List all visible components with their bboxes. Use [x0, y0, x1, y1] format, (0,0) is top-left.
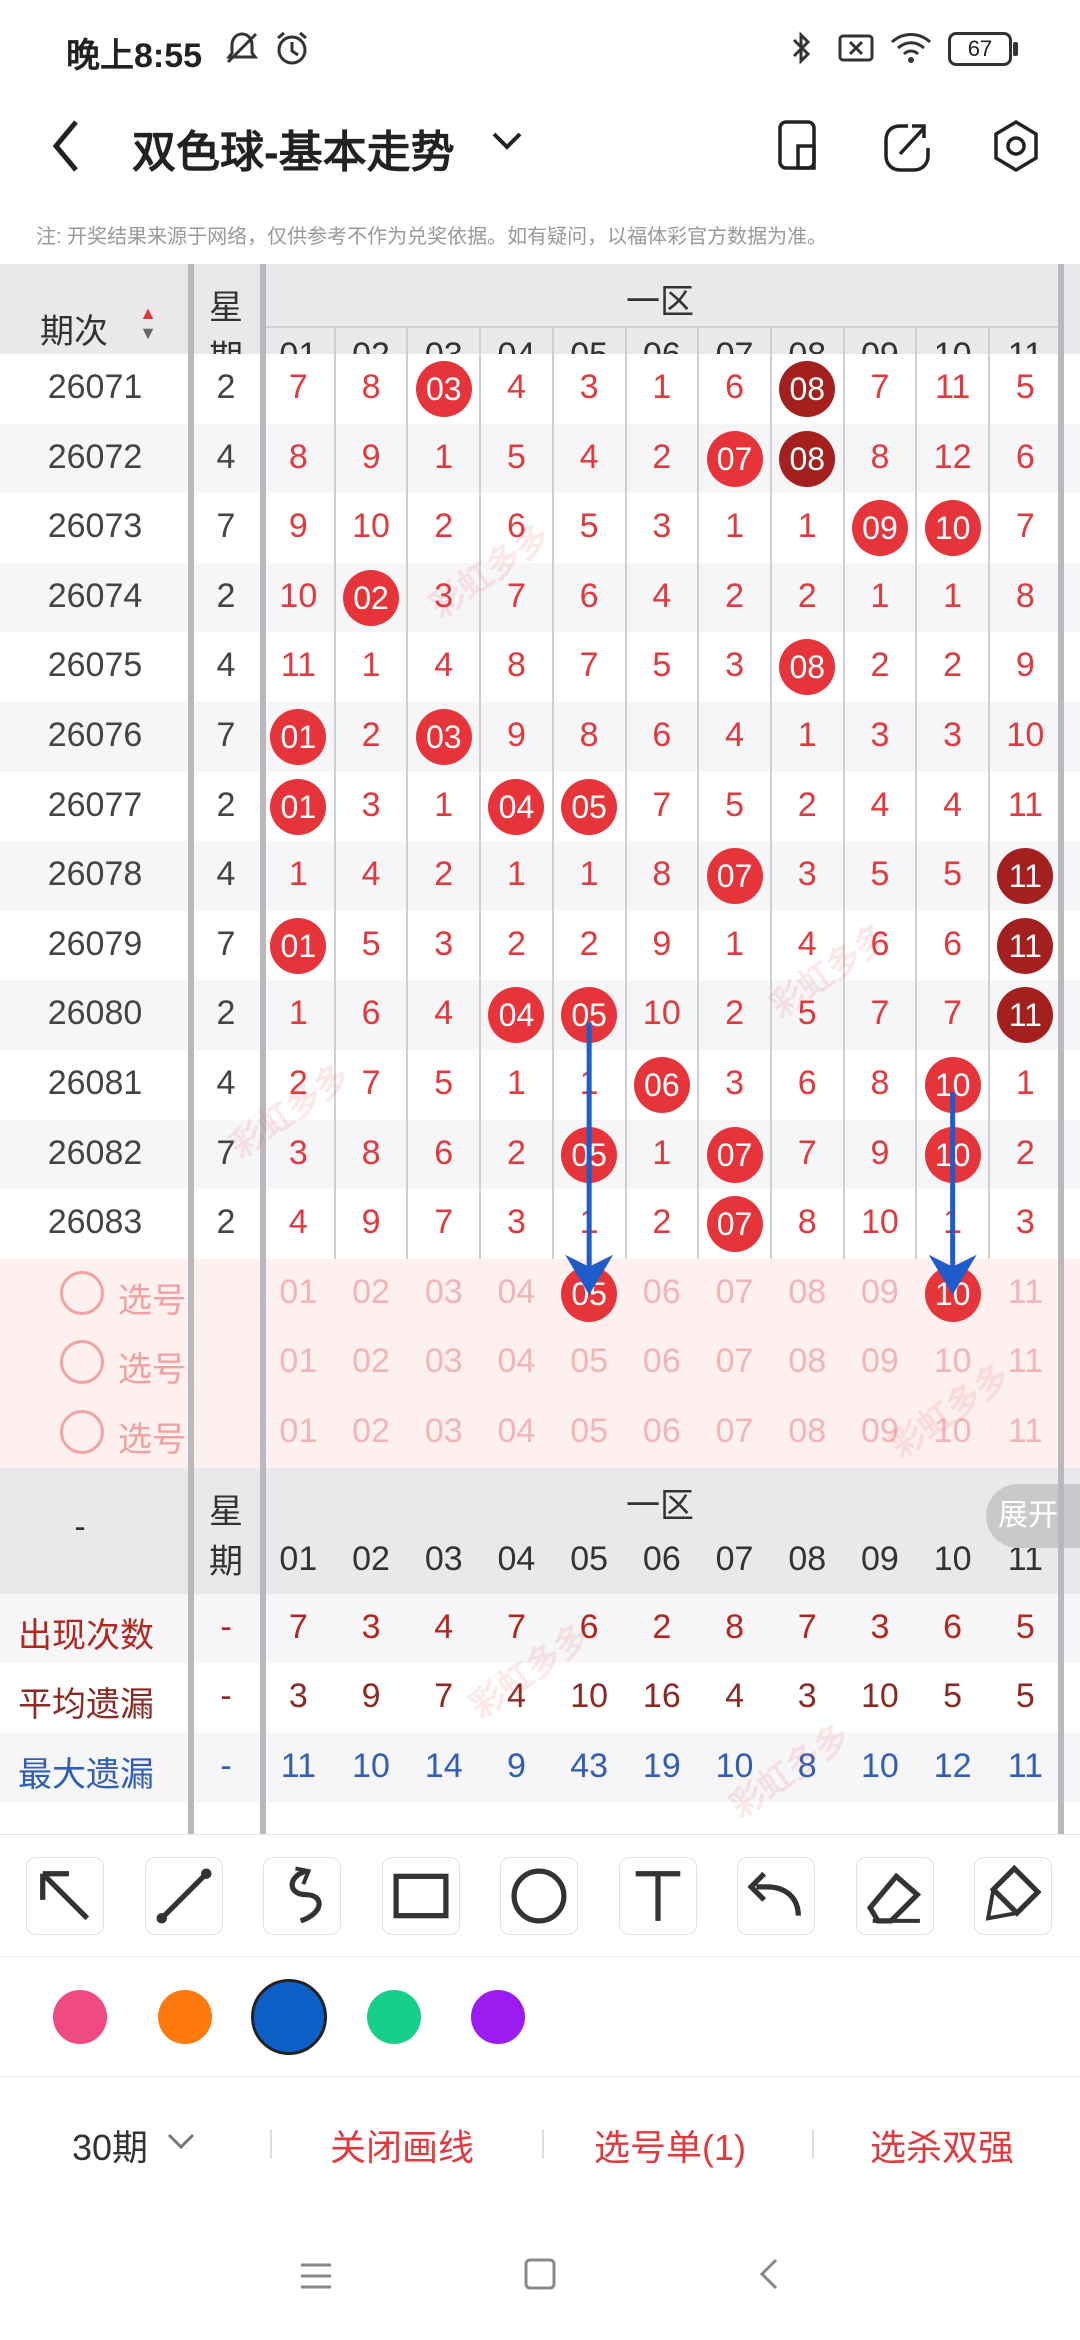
- drawn-arrows[interactable]: [0, 264, 1080, 1834]
- alarm-icon: [277, 31, 307, 65]
- color-swatch[interactable]: [53, 1990, 107, 2044]
- circle-icon: [511, 1868, 567, 1924]
- rect-icon: [392, 1873, 449, 1919]
- drawing-toolbar: [0, 1834, 1080, 1956]
- period-select[interactable]: 30期: [72, 2119, 148, 2171]
- color-palette: [0, 1956, 1080, 2076]
- menu-icon[interactable]: [298, 2260, 334, 2292]
- text-icon: [635, 1871, 680, 1921]
- eraser-tool-button[interactable]: [855, 1857, 934, 1935]
- system-nav-bar: [0, 2210, 1080, 2340]
- line-icon: [155, 1868, 212, 1924]
- back-arrow-icon[interactable]: [46, 116, 86, 176]
- share-icon[interactable]: [880, 118, 930, 174]
- status-bar: 晚上8:55 67: [0, 0, 1080, 96]
- eraser-icon: [866, 1872, 921, 1924]
- selection-list-button[interactable]: 选号单(1): [594, 2119, 746, 2171]
- settings-icon[interactable]: [990, 118, 1042, 174]
- home-icon[interactable]: [522, 2256, 558, 2292]
- rect-tool-button[interactable]: [381, 1857, 460, 1935]
- arrow-icon: [40, 1871, 90, 1921]
- kill-double-button[interactable]: 选杀双强: [870, 2119, 1014, 2171]
- chevron-down-icon[interactable]: [166, 2129, 196, 2153]
- status-time: 晚上8:55: [66, 37, 203, 75]
- color-swatch[interactable]: [157, 1990, 212, 2044]
- bluetooth-icon: [792, 31, 811, 65]
- divider: [270, 2129, 272, 2159]
- phone-layout-icon[interactable]: [774, 116, 824, 176]
- divider: [812, 2129, 814, 2159]
- clear-tool-button[interactable]: [974, 1857, 1052, 1935]
- back-icon[interactable]: [754, 2256, 784, 2292]
- wifi-icon: [890, 33, 932, 63]
- text-tool-button[interactable]: [618, 1857, 697, 1935]
- color-swatch[interactable]: [471, 1990, 525, 2044]
- clear-icon: [985, 1864, 1042, 1921]
- battery-indicator: 67: [948, 32, 1012, 66]
- mute-bell-icon: [226, 32, 258, 64]
- curve-icon: [289, 1866, 322, 1924]
- divider: [542, 2129, 544, 2159]
- app-header: 双色球-基本走势 注: 开奖结果来源于网络，仅供参考不作为兑奖依据。如有疑问，以…: [0, 96, 1080, 282]
- undo-tool-button[interactable]: [737, 1857, 815, 1935]
- close-lines-button[interactable]: 关闭画线: [330, 2119, 474, 2171]
- line-tool-button[interactable]: [144, 1857, 223, 1935]
- page-title[interactable]: 双色球-基本走势: [132, 116, 455, 180]
- arrow-tool-button[interactable]: [26, 1857, 104, 1935]
- battery-tip: [1013, 42, 1018, 56]
- circle-tool-button[interactable]: [500, 1857, 578, 1935]
- disclaimer-note: 注: 开奖结果来源于网络，仅供参考不作为兑奖依据。如有疑问，以福体彩官方数据为准…: [36, 226, 828, 248]
- undo-icon: [747, 1871, 801, 1916]
- color-swatch[interactable]: [366, 1990, 421, 2044]
- curve-tool-button[interactable]: [263, 1857, 341, 1935]
- sim-icon: [838, 34, 874, 62]
- color-swatch[interactable]: [251, 1979, 327, 2055]
- trend-grid: 期次▲▼星期一区01020304050607080910112607127803…: [0, 264, 1080, 1834]
- period-select-label: 30期: [72, 2127, 149, 2168]
- bottom-action-bar: 30期 关闭画线 选号单(1) 选杀双强: [0, 2076, 1080, 2210]
- chevron-down-icon[interactable]: [490, 126, 524, 156]
